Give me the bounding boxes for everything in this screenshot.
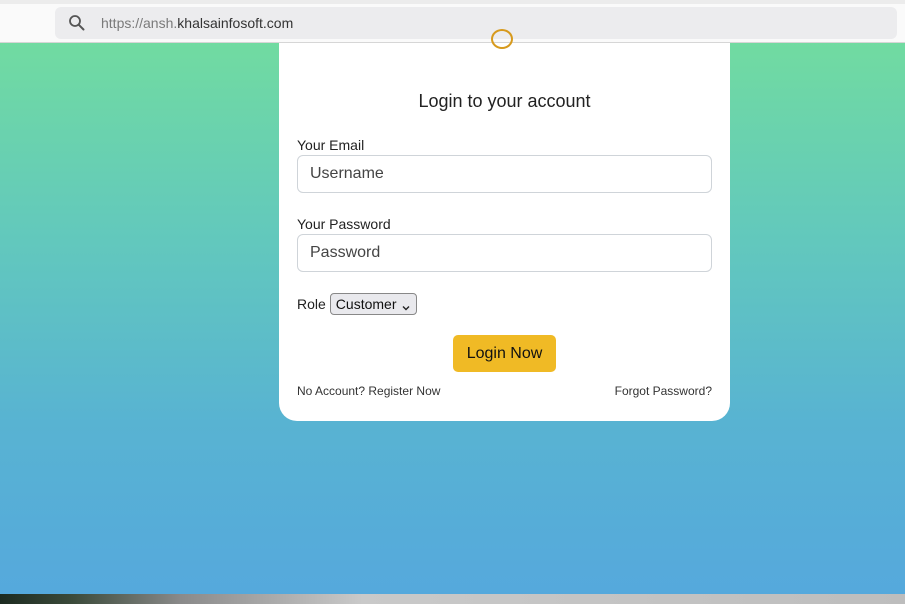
role-label: Role [297, 296, 326, 312]
toolbar-top-strip [0, 0, 905, 4]
role-row: Role Customer [297, 293, 418, 315]
search-icon [68, 14, 86, 32]
role-selected-value: Customer [335, 296, 397, 312]
email-field[interactable] [297, 155, 712, 193]
logo-icon [491, 29, 513, 49]
password-field[interactable] [297, 234, 712, 272]
login-title: Login to your account [418, 91, 591, 111]
register-link[interactable]: No Account? Register Now [297, 384, 440, 398]
password-label: Your Password [297, 216, 391, 232]
forgot-password-link[interactable]: Forgot Password? [615, 384, 712, 398]
url-prefix: https://ansh. [101, 15, 178, 31]
address-bar[interactable]: https://ansh.khalsainfosoft.com [55, 7, 897, 39]
login-card: Login to your account Your Email Your Pa… [279, 29, 730, 421]
login-button[interactable]: Login Now [453, 335, 556, 372]
dock-strip [0, 594, 905, 604]
chevron-down-icon [402, 299, 410, 311]
url-domain: khalsainfosoft.com [177, 15, 294, 31]
role-select[interactable]: Customer [329, 293, 418, 315]
browser-toolbar: https://ansh.khalsainfosoft.com [0, 0, 905, 43]
address-url[interactable]: https://ansh.khalsainfosoft.com [101, 15, 293, 31]
email-label: Your Email [297, 137, 365, 153]
